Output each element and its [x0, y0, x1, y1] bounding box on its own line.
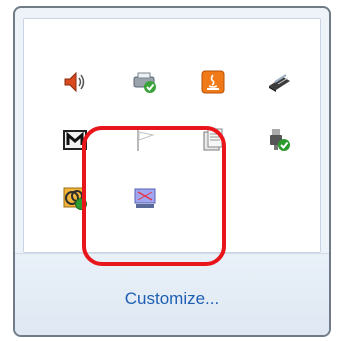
scanner-icon[interactable]: [262, 65, 296, 99]
m-app-icon[interactable]: [58, 123, 92, 157]
network-sync-icon[interactable]: [58, 181, 92, 215]
clipboard-doc-icon[interactable]: [196, 123, 230, 157]
flyout-footer: Customize...: [15, 253, 329, 335]
customize-link[interactable]: Customize...: [15, 289, 329, 309]
volume-icon[interactable]: [58, 65, 92, 99]
monitor-icon[interactable]: [128, 181, 162, 215]
java-icon[interactable]: [196, 65, 230, 99]
flag-icon[interactable]: [128, 123, 162, 157]
usb-check-icon[interactable]: [262, 123, 296, 157]
hidden-icons-area: [23, 18, 321, 253]
printer-check-icon[interactable]: [128, 65, 162, 99]
notification-overflow-flyout: Customize...: [13, 6, 331, 337]
